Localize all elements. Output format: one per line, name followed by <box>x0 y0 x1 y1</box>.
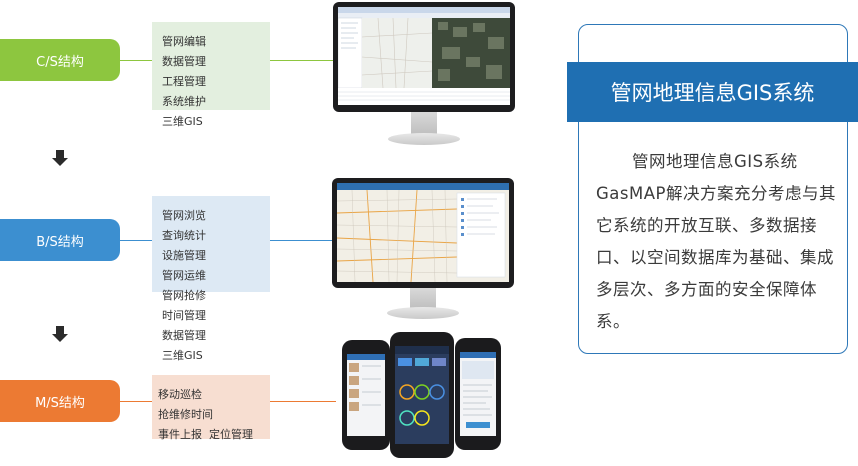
feature-item: 时间管理 <box>162 309 206 322</box>
connector-line <box>120 240 152 241</box>
feature-item: 事件上报 <box>158 428 202 441</box>
mobile-phone-left <box>342 340 390 450</box>
feature-item: 数据管理 <box>162 329 206 342</box>
feature-item: 设施管理 <box>162 249 206 262</box>
mobile-phone-center <box>390 332 454 458</box>
feature-item: 管网浏览 <box>162 209 206 222</box>
feature-item: 抢维修时间 <box>158 408 213 421</box>
feature-item: 查询统计 <box>162 229 206 242</box>
feature-item: 三维GIS <box>162 349 203 362</box>
feature-item: 管网运维 <box>162 269 206 282</box>
desktop-monitor-cs <box>333 2 515 150</box>
connector-line <box>120 60 152 61</box>
mobile-app-screenshot <box>460 352 496 436</box>
mobile-app-screenshot <box>347 354 385 436</box>
feature-item: 数据管理 <box>162 55 206 68</box>
panel-title-text: 管网地理信息GIS系统 <box>610 81 815 105</box>
connector-line <box>270 60 334 61</box>
bs-web-screenshot <box>337 183 509 282</box>
feature-item: 系统维护 <box>162 95 206 108</box>
feature-item: 移动巡检 <box>158 388 202 401</box>
cs-structure-label: C/S结构 <box>36 54 84 70</box>
feature-item: 定位管理 <box>209 428 253 441</box>
panel-description-text: 管网地理信息GIS系统GasMAP解决方案充分考虑与其它系统的开放互联、多数据接… <box>596 152 836 331</box>
bs-structure-label: B/S结构 <box>36 234 84 250</box>
feature-item: 管网编辑 <box>162 35 206 48</box>
bs-feature-box: 管网浏览查询统计 设施管理管网运维 管网抢修时间管理 数据管理三维GIS <box>152 196 270 362</box>
mobile-app-screenshot <box>395 346 449 444</box>
feature-item: 工程管理 <box>162 75 206 88</box>
ms-structure-label: M/S结构 <box>35 395 85 411</box>
panel-description: 管网地理信息GIS系统GasMAP解决方案充分考虑与其它系统的开放互联、多数据接… <box>596 146 836 338</box>
desktop-monitor-bs <box>332 178 514 324</box>
cs-structure-tag: C/S结构 <box>0 39 120 81</box>
ms-structure-tag: M/S结构 <box>0 380 120 422</box>
feature-item: 管网抢修 <box>162 289 206 302</box>
connector-line <box>120 401 152 402</box>
connector-line <box>270 240 332 241</box>
mobile-phone-right <box>455 338 501 450</box>
connector-line <box>270 401 336 402</box>
panel-title: 管网地理信息GIS系统 <box>567 62 858 122</box>
down-arrow-icon <box>52 150 68 166</box>
cs-feature-box: 管网编辑数据管理 工程管理系统维护 三维GIS <box>152 22 270 128</box>
feature-item: 三维GIS <box>162 115 203 128</box>
cs-app-screenshot <box>338 7 510 105</box>
ms-feature-box: 移动巡检抢维修时间 事件上报 定位管理 <box>152 375 270 441</box>
down-arrow-icon <box>52 326 68 342</box>
bs-structure-tag: B/S结构 <box>0 219 120 261</box>
